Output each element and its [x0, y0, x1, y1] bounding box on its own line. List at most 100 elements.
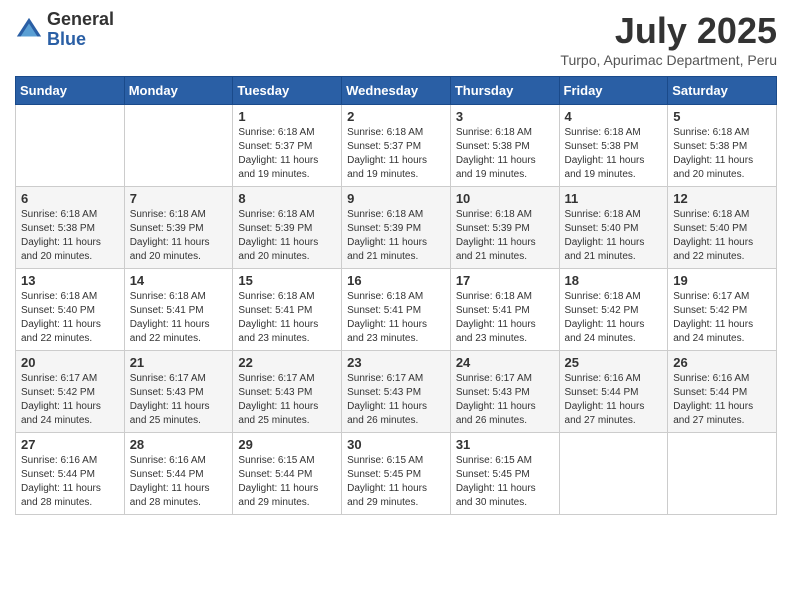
calendar-day-cell: 31Sunrise: 6:15 AMSunset: 5:45 PMDayligh…	[450, 433, 559, 515]
calendar-week-row: 20 Sunrise: 6:17 AMSunset: 5:42 PMDayligh…	[16, 351, 777, 433]
logo: General Blue	[15, 10, 114, 50]
day-of-week-header: Friday	[559, 77, 668, 105]
calendar-day-cell	[124, 105, 233, 187]
calendar-day-cell: 26Sunrise: 6:16 AMSunset: 5:44 PMDayligh…	[668, 351, 777, 433]
calendar-week-row: 1Sunrise: 6:18 AMSunset: 5:37 PMDaylight…	[16, 105, 777, 187]
day-info: Sunrise: 6:18 AMSunset: 5:38 PMDaylight:…	[565, 126, 663, 182]
day-number: 19	[673, 273, 771, 288]
calendar-day-cell: 22Sunrise: 6:17 AMSunset: 5:43 PMDayligh…	[233, 351, 342, 433]
day-number: 4	[565, 109, 663, 124]
calendar-day-cell: 16 Sunrise: 6:18 AMSunset: 5:41 PMDayligh…	[342, 269, 451, 351]
calendar-table: SundayMondayTuesdayWednesdayThursdayFrid…	[15, 76, 777, 515]
day-number: 29	[238, 437, 336, 452]
day-number: 23	[347, 355, 445, 370]
calendar-day-cell: 27 Sunrise: 6:16 AMSunset: 5:44 PMDayligh…	[16, 433, 125, 515]
day-info: Sunrise: 6:18 AMSunset: 5:41 PMDaylight:…	[238, 290, 336, 346]
calendar-day-cell: 14Sunrise: 6:18 AMSunset: 5:41 PMDayligh…	[124, 269, 233, 351]
day-info: Sunrise: 6:18 AMSunset: 5:39 PMDaylight:…	[130, 208, 228, 264]
header: General Blue July 2025 Turpo, Apurimac D…	[15, 10, 777, 68]
day-of-week-header: Tuesday	[233, 77, 342, 105]
title-area: July 2025 Turpo, Apurimac Department, Pe…	[560, 10, 777, 68]
day-number: 24	[456, 355, 554, 370]
logo-general-text: General	[47, 10, 114, 30]
day-number: 10	[456, 191, 554, 206]
calendar-day-cell: 24 Sunrise: 6:17 AMSunset: 5:43 PMDayligh…	[450, 351, 559, 433]
day-info: Sunrise: 6:18 AMSunset: 5:40 PMDaylight:…	[565, 208, 663, 264]
day-number: 16	[347, 273, 445, 288]
calendar-week-row: 27 Sunrise: 6:16 AMSunset: 5:44 PMDayligh…	[16, 433, 777, 515]
calendar-day-cell: 15 Sunrise: 6:18 AMSunset: 5:41 PMDayligh…	[233, 269, 342, 351]
day-number: 7	[130, 191, 228, 206]
calendar-day-cell: 29 Sunrise: 6:15 AMSunset: 5:44 PMDayligh…	[233, 433, 342, 515]
day-of-week-header: Wednesday	[342, 77, 451, 105]
calendar-day-cell: 4 Sunrise: 6:18 AMSunset: 5:38 PMDaylight…	[559, 105, 668, 187]
day-info: Sunrise: 6:18 AMSunset: 5:40 PMDaylight:…	[673, 208, 771, 264]
day-number: 31	[456, 437, 554, 452]
day-info: Sunrise: 6:16 AMSunset: 5:44 PMDaylight:…	[565, 372, 663, 428]
day-info: Sunrise: 6:15 AMSunset: 5:44 PMDaylight:…	[238, 454, 336, 510]
calendar-day-cell: 6 Sunrise: 6:18 AMSunset: 5:38 PMDaylight…	[16, 187, 125, 269]
logo-text: General Blue	[47, 10, 114, 50]
day-info: Sunrise: 6:15 AMSunset: 5:45 PMDaylight:…	[347, 454, 445, 510]
day-number: 13	[21, 273, 119, 288]
location-title: Turpo, Apurimac Department, Peru	[560, 52, 777, 68]
day-number: 20	[21, 355, 119, 370]
calendar-day-cell: 13 Sunrise: 6:18 AMSunset: 5:40 PMDayligh…	[16, 269, 125, 351]
calendar-day-cell: 12Sunrise: 6:18 AMSunset: 5:40 PMDayligh…	[668, 187, 777, 269]
day-number: 2	[347, 109, 445, 124]
calendar-day-cell: 25 Sunrise: 6:16 AMSunset: 5:44 PMDayligh…	[559, 351, 668, 433]
day-number: 27	[21, 437, 119, 452]
calendar-day-cell: 2Sunrise: 6:18 AMSunset: 5:37 PMDaylight…	[342, 105, 451, 187]
day-info: Sunrise: 6:16 AMSunset: 5:44 PMDaylight:…	[21, 454, 119, 510]
logo-blue-text: Blue	[47, 30, 114, 50]
day-info: Sunrise: 6:17 AMSunset: 5:43 PMDaylight:…	[238, 372, 336, 428]
day-number: 11	[565, 191, 663, 206]
day-info: Sunrise: 6:16 AMSunset: 5:44 PMDaylight:…	[673, 372, 771, 428]
day-info: Sunrise: 6:18 AMSunset: 5:42 PMDaylight:…	[565, 290, 663, 346]
calendar-day-cell: 5Sunrise: 6:18 AMSunset: 5:38 PMDaylight…	[668, 105, 777, 187]
calendar-day-cell: 3Sunrise: 6:18 AMSunset: 5:38 PMDaylight…	[450, 105, 559, 187]
calendar-day-cell: 11 Sunrise: 6:18 AMSunset: 5:40 PMDayligh…	[559, 187, 668, 269]
calendar-day-cell: 18Sunrise: 6:18 AMSunset: 5:42 PMDayligh…	[559, 269, 668, 351]
calendar-week-row: 13 Sunrise: 6:18 AMSunset: 5:40 PMDayligh…	[16, 269, 777, 351]
day-number: 28	[130, 437, 228, 452]
calendar-day-cell: 21 Sunrise: 6:17 AMSunset: 5:43 PMDayligh…	[124, 351, 233, 433]
day-number: 1	[238, 109, 336, 124]
day-info: Sunrise: 6:17 AMSunset: 5:43 PMDaylight:…	[130, 372, 228, 428]
day-info: Sunrise: 6:18 AMSunset: 5:39 PMDaylight:…	[238, 208, 336, 264]
calendar-day-cell: 23Sunrise: 6:17 AMSunset: 5:43 PMDayligh…	[342, 351, 451, 433]
calendar-day-cell: 8 Sunrise: 6:18 AMSunset: 5:39 PMDaylight…	[233, 187, 342, 269]
calendar-week-row: 6 Sunrise: 6:18 AMSunset: 5:38 PMDaylight…	[16, 187, 777, 269]
day-info: Sunrise: 6:16 AMSunset: 5:44 PMDaylight:…	[130, 454, 228, 510]
calendar-day-cell: 9Sunrise: 6:18 AMSunset: 5:39 PMDaylight…	[342, 187, 451, 269]
day-info: Sunrise: 6:18 AMSunset: 5:38 PMDaylight:…	[21, 208, 119, 264]
day-info: Sunrise: 6:17 AMSunset: 5:42 PMDaylight:…	[21, 372, 119, 428]
day-info: Sunrise: 6:18 AMSunset: 5:39 PMDaylight:…	[347, 208, 445, 264]
day-number: 30	[347, 437, 445, 452]
day-info: Sunrise: 6:18 AMSunset: 5:40 PMDaylight:…	[21, 290, 119, 346]
calendar-day-cell: 28 Sunrise: 6:16 AMSunset: 5:44 PMDayligh…	[124, 433, 233, 515]
day-of-week-header: Thursday	[450, 77, 559, 105]
calendar-day-cell: 10 Sunrise: 6:18 AMSunset: 5:39 PMDayligh…	[450, 187, 559, 269]
day-info: Sunrise: 6:18 AMSunset: 5:38 PMDaylight:…	[673, 126, 771, 182]
calendar-day-cell: 17 Sunrise: 6:18 AMSunset: 5:41 PMDayligh…	[450, 269, 559, 351]
calendar-day-cell	[16, 105, 125, 187]
day-number: 15	[238, 273, 336, 288]
day-info: Sunrise: 6:17 AMSunset: 5:43 PMDaylight:…	[456, 372, 554, 428]
day-number: 25	[565, 355, 663, 370]
day-info: Sunrise: 6:18 AMSunset: 5:41 PMDaylight:…	[347, 290, 445, 346]
day-info: Sunrise: 6:18 AMSunset: 5:41 PMDaylight:…	[456, 290, 554, 346]
calendar-day-cell: 20 Sunrise: 6:17 AMSunset: 5:42 PMDayligh…	[16, 351, 125, 433]
calendar-day-cell: 7 Sunrise: 6:18 AMSunset: 5:39 PMDaylight…	[124, 187, 233, 269]
calendar-day-cell: 19Sunrise: 6:17 AMSunset: 5:42 PMDayligh…	[668, 269, 777, 351]
logo-icon	[15, 16, 43, 44]
day-number: 3	[456, 109, 554, 124]
month-title: July 2025	[560, 10, 777, 52]
day-of-week-header: Sunday	[16, 77, 125, 105]
day-info: Sunrise: 6:18 AMSunset: 5:39 PMDaylight:…	[456, 208, 554, 264]
day-number: 8	[238, 191, 336, 206]
day-number: 17	[456, 273, 554, 288]
day-number: 6	[21, 191, 119, 206]
calendar-day-cell	[559, 433, 668, 515]
day-number: 21	[130, 355, 228, 370]
